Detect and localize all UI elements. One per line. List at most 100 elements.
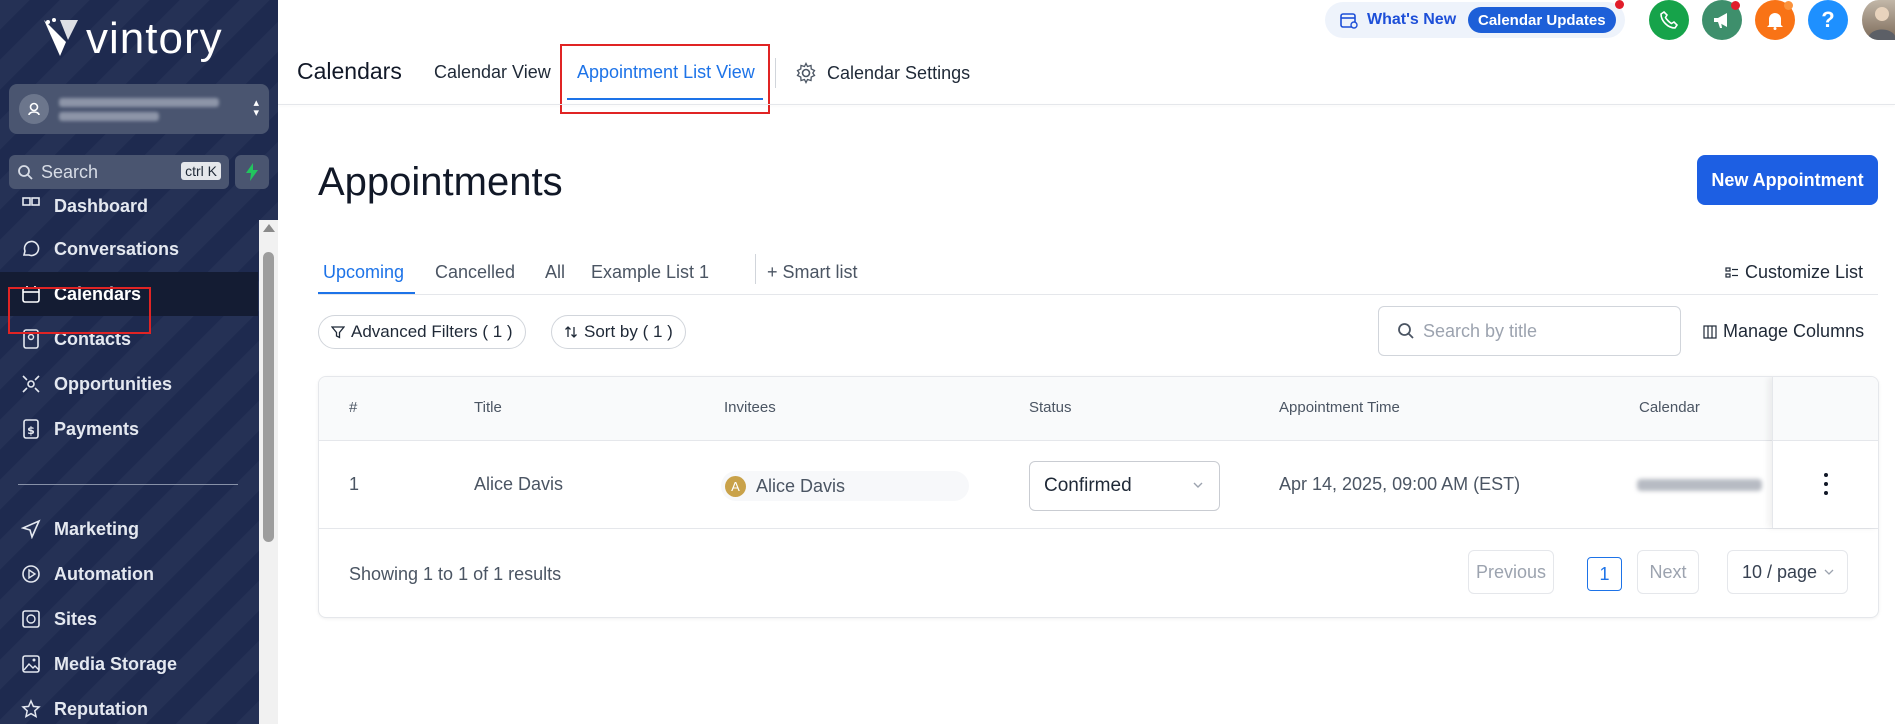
next-page-button[interactable]: Next bbox=[1637, 550, 1699, 594]
scroll-up-arrow-icon[interactable] bbox=[263, 224, 275, 232]
column-header-invitees[interactable]: Invitees bbox=[724, 399, 776, 416]
smart-list-button[interactable]: + Smart list bbox=[767, 262, 858, 283]
scroll-thumb[interactable] bbox=[263, 252, 274, 542]
row-title[interactable]: Alice Davis bbox=[474, 474, 563, 495]
sidebar-item-label: Automation bbox=[54, 563, 154, 584]
sidebar-scrollbar[interactable] bbox=[259, 220, 278, 724]
invitee-name: Alice Davis bbox=[756, 475, 846, 496]
manage-columns-button[interactable]: Manage Columns bbox=[1703, 321, 1864, 342]
sidebar-item-opportunities[interactable]: Opportunities bbox=[0, 362, 258, 406]
sidebar-item-label: Dashboard bbox=[54, 195, 149, 216]
sidebar-item-automation[interactable]: Automation bbox=[0, 552, 258, 596]
location-pin-icon bbox=[19, 94, 49, 124]
subtabs-divider bbox=[318, 294, 1878, 295]
status-value: Confirmed bbox=[1044, 475, 1132, 496]
tab-upcoming[interactable]: Upcoming bbox=[323, 262, 404, 283]
customize-list-label: Customize List bbox=[1745, 262, 1864, 282]
phone-button[interactable] bbox=[1649, 0, 1689, 40]
sidebar-search-placeholder: Search bbox=[41, 161, 99, 182]
header-divider bbox=[278, 104, 1895, 105]
sidebar-item-label: Payments bbox=[54, 418, 140, 439]
page-title: Appointments bbox=[318, 160, 563, 204]
search-shortcut: ctrl K bbox=[181, 162, 221, 180]
previous-page-button[interactable]: Previous bbox=[1468, 550, 1554, 594]
sidebar-search[interactable]: Search ctrl K bbox=[9, 155, 229, 189]
manage-columns-label: Manage Columns bbox=[1723, 321, 1865, 341]
new-appointment-button[interactable]: New Appointment bbox=[1697, 155, 1878, 205]
columns-icon bbox=[1703, 324, 1717, 339]
row-index: 1 bbox=[349, 474, 360, 494]
whats-new-banner[interactable]: What's New Calendar Updates bbox=[1325, 2, 1625, 38]
column-header-status[interactable]: Status bbox=[1029, 399, 1072, 416]
page-number-current[interactable]: 1 bbox=[1587, 557, 1622, 591]
lightning-icon bbox=[246, 163, 258, 181]
sidebar-item-label: Conversations bbox=[54, 238, 180, 259]
logo-mark-icon bbox=[44, 18, 78, 56]
question-icon: ? bbox=[1821, 7, 1835, 32]
bell-icon bbox=[1767, 13, 1783, 30]
column-header-title[interactable]: Title bbox=[474, 399, 502, 416]
page-section-title: Calendars bbox=[297, 58, 402, 84]
table-header: # Title Invitees Status Appointment Time… bbox=[319, 377, 1878, 441]
sidebar-divider bbox=[18, 484, 238, 485]
quick-actions-button[interactable] bbox=[235, 155, 269, 189]
user-avatar[interactable] bbox=[1862, 0, 1895, 40]
gear-icon bbox=[796, 62, 816, 84]
calendar-update-icon bbox=[1340, 13, 1358, 29]
results-summary: Showing 1 to 1 of 1 results bbox=[349, 564, 562, 584]
dashboard-icon bbox=[20, 195, 42, 217]
chevron-up-down-icon: ▴ ▾ bbox=[253, 97, 259, 119]
search-by-title-input[interactable]: Search by title bbox=[1378, 306, 1681, 356]
sidebar-item-media-storage[interactable]: Media Storage bbox=[0, 642, 258, 686]
actions-column-shadow bbox=[1772, 377, 1878, 528]
phone-icon bbox=[1660, 11, 1678, 29]
customize-list-button[interactable]: Customize List bbox=[1725, 262, 1863, 283]
column-header-index[interactable]: # bbox=[349, 399, 357, 416]
tab-calendar-settings-label: Calendar Settings bbox=[827, 62, 971, 83]
whats-new-label: What's New bbox=[1367, 11, 1457, 28]
column-header-appointment-time[interactable]: Appointment Time bbox=[1279, 399, 1400, 416]
globe-icon bbox=[20, 608, 42, 630]
tab-divider bbox=[775, 58, 776, 88]
invitee-chip[interactable]: A Alice Davis bbox=[721, 471, 969, 501]
advanced-filters-button[interactable]: Advanced Filters ( 1 ) bbox=[318, 315, 526, 349]
tab-calendar-settings[interactable]: Calendar Settings bbox=[795, 62, 970, 84]
sidebar-item-label: Reputation bbox=[54, 698, 148, 719]
column-header-calendar[interactable]: Calendar bbox=[1639, 399, 1700, 416]
search-icon bbox=[1398, 323, 1414, 339]
status-select[interactable]: Confirmed bbox=[1029, 461, 1220, 511]
sidebar: vintory ▴ ▾ Search ctrl K Dashboard Conve… bbox=[0, 0, 278, 724]
sidebar-item-payments[interactable]: $ Payments bbox=[0, 407, 258, 451]
tab-all[interactable]: All bbox=[545, 262, 565, 283]
svg-text:$: $ bbox=[27, 424, 35, 437]
account-name-redacted bbox=[59, 97, 219, 121]
calendar-updates-badge[interactable]: Calendar Updates bbox=[1468, 7, 1616, 33]
megaphone-icon bbox=[1714, 13, 1727, 28]
row-calendar-redacted bbox=[1637, 479, 1762, 491]
sort-by-button[interactable]: Sort by ( 1 ) bbox=[551, 315, 686, 349]
tab-cancelled[interactable]: Cancelled bbox=[435, 262, 515, 283]
tab-calendar-view[interactable]: Calendar View bbox=[434, 62, 551, 83]
row-appointment-time: Apr 14, 2025, 09:00 AM (EST) bbox=[1279, 474, 1521, 494]
sidebar-item-sites[interactable]: Sites bbox=[0, 597, 258, 641]
brand-logo[interactable]: vintory bbox=[40, 10, 223, 68]
account-switcher[interactable]: ▴ ▾ bbox=[9, 84, 269, 134]
tab-example-list-1[interactable]: Example List 1 bbox=[591, 262, 709, 283]
sidebar-item-dashboard[interactable]: Dashboard bbox=[0, 191, 258, 221]
list-settings-icon bbox=[1725, 266, 1738, 278]
sort-by-label: Sort by ( 1 ) bbox=[584, 322, 673, 341]
advanced-filters-label: Advanced Filters ( 1 ) bbox=[351, 322, 513, 341]
sidebar-item-conversations[interactable]: Conversations bbox=[0, 227, 258, 271]
table-row[interactable]: 1 Alice Davis A Alice Davis Confirmed Ap… bbox=[319, 441, 1878, 529]
page-size-value: 10 / page bbox=[1742, 561, 1818, 582]
page-size-select[interactable]: 10 / page bbox=[1727, 550, 1848, 594]
payments-icon: $ bbox=[20, 418, 42, 440]
help-button[interactable]: ? bbox=[1808, 0, 1848, 40]
sidebar-item-reputation[interactable]: Reputation bbox=[0, 687, 258, 724]
sidebar-item-label: Marketing bbox=[54, 518, 140, 539]
sidebar-item-label: Sites bbox=[54, 608, 98, 629]
brand-name: vintory bbox=[86, 14, 223, 63]
sidebar-item-marketing[interactable]: Marketing bbox=[0, 507, 258, 551]
sort-icon bbox=[565, 326, 577, 338]
subtab-divider bbox=[755, 254, 756, 284]
